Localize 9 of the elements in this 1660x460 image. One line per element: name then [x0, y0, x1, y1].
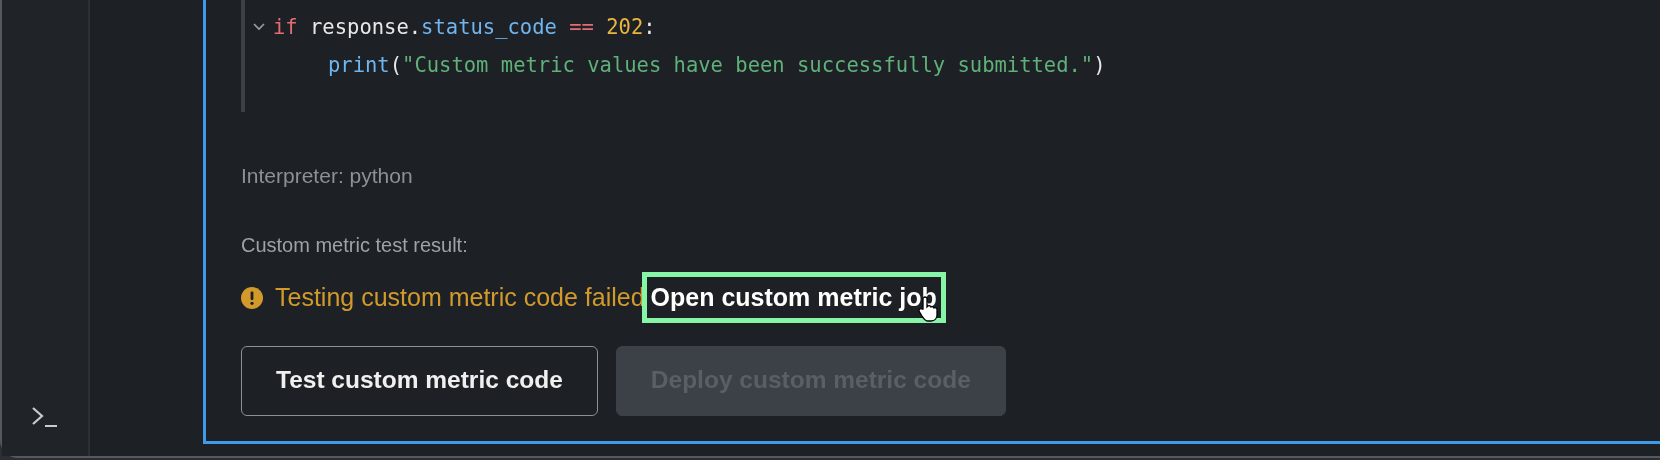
code-line: print("Custom metric values have been successfully submitted.") — [328, 51, 1106, 79]
fold-chevron-icon[interactable] — [253, 21, 265, 33]
code-line: if response.status_code == 202: — [273, 13, 656, 41]
terminal-icon[interactable] — [31, 406, 59, 428]
warning-icon — [241, 286, 263, 309]
error-message: Testing custom metric code failed — [275, 281, 645, 313]
interpreter-label: Interpreter: python — [241, 163, 414, 189]
result-label: Custom metric test result: — [241, 232, 469, 258]
test-button[interactable]: Test custom metric code — [241, 345, 598, 416]
